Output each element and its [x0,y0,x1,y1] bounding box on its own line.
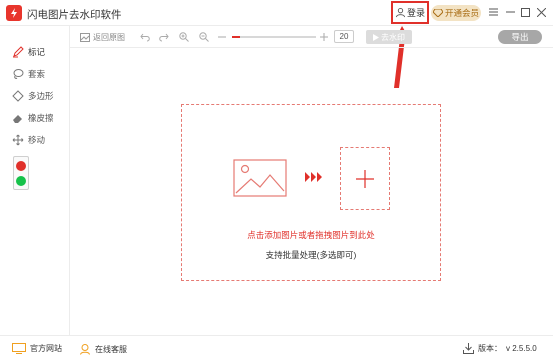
version-label: 版本： [478,344,502,353]
tool-mark[interactable]: 标记 [12,44,45,60]
tool-lasso[interactable]: 套索 [12,66,45,82]
app-title: 闪电图片去水印软件 [27,9,122,21]
pencil-icon [13,46,24,58]
tool-polygon-label: 多边形 [28,91,54,101]
login-highlight-box: 登录 [391,1,429,24]
undo-icon[interactable] [140,30,151,44]
plus-icon [356,169,374,188]
triple-arrow-icon [305,172,322,182]
menu-icon[interactable] [486,5,500,19]
polygon-icon [12,90,24,102]
color-green-swatch[interactable] [16,176,26,186]
maximize-icon[interactable] [518,5,532,19]
color-red-swatch[interactable] [16,161,26,171]
export-button[interactable]: 导出 [498,30,542,44]
app-logo-icon [6,5,22,21]
tool-move[interactable]: 移动 [12,132,45,148]
close-icon[interactable] [534,5,548,19]
tool-move-label: 移动 [28,135,46,145]
back-to-original-button[interactable]: 返回原图 [80,30,125,44]
online-support-link[interactable]: 在线客服 [79,343,127,355]
eraser-icon [13,115,22,123]
login-button[interactable]: 登录 [395,6,425,19]
tool-polygon[interactable]: 多边形 [12,88,54,104]
play-icon [373,33,379,41]
support-agent-icon [80,344,90,355]
tool-mark-label: 标记 [28,47,46,57]
add-image-box[interactable] [340,147,390,210]
zoom-input[interactable]: 20 [334,30,354,43]
download-icon [463,343,474,354]
vip-button[interactable]: 开通会员 [431,5,481,21]
drop-hint-primary: 点击添加图片或者拖拽图片到此处 [247,230,375,240]
login-label: 登录 [407,8,426,18]
footer-bar: 官方网站 在线客服 版本： v 2.5.5.0 [0,335,553,360]
lasso-icon [13,69,24,79]
redo-icon[interactable] [158,30,169,44]
move-icon [12,134,24,146]
image-toolbar: 返回原图 20 去水印 导出 [70,26,553,48]
version-value: v 2.5.5.0 [506,344,537,353]
image-icon [80,32,90,42]
back-to-original-label: 返回原图 [93,32,125,42]
image-drop-zone[interactable]: 点击添加图片或者拖拽图片到此处 支持批量处理(多选即可) [181,104,441,281]
tool-eraser-label: 橡皮擦 [28,113,54,123]
zoom-minus-icon[interactable] [218,30,226,44]
monitor-icon [12,343,26,354]
picture-icon [233,159,287,197]
color-picker [13,156,29,190]
diamond-icon [432,9,443,17]
zoom-slider-fill [232,36,241,38]
minimize-icon[interactable] [503,5,517,19]
drop-hint-secondary: 支持批量处理(多选即可) [265,250,357,260]
zoom-in-icon[interactable] [179,30,189,44]
remove-watermark-label: 去水印 [381,32,405,42]
vip-label: 开通会员 [444,8,479,18]
title-bar: 闪电图片去水印软件 登录 开通会员 [0,0,553,26]
online-support-label: 在线客服 [95,344,127,354]
official-website-link[interactable]: 官方网站 [12,343,62,354]
tool-eraser[interactable]: 橡皮擦 [12,110,54,126]
zoom-out-icon[interactable] [199,30,209,44]
zoom-slider[interactable] [232,36,316,38]
tool-sidebar: 标记 套索 多边形 橡皮擦 移动 [0,26,70,335]
zoom-plus-icon[interactable] [320,30,328,44]
remove-watermark-button[interactable]: 去水印 [366,30,412,44]
official-website-label: 官方网站 [30,344,62,353]
user-icon [395,8,406,18]
version-info: 版本： v 2.5.5.0 [463,343,537,354]
tool-lasso-label: 套索 [28,69,46,79]
